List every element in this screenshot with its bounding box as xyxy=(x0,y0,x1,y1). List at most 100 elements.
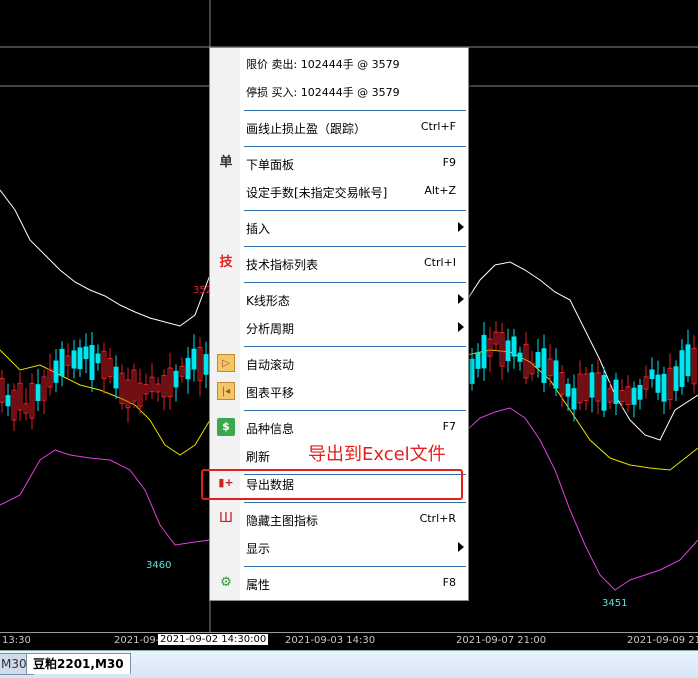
candles-right xyxy=(469,321,697,422)
order-panel-icon: 单 xyxy=(219,155,233,170)
submenu-arrow-icon xyxy=(458,322,464,332)
candle-body xyxy=(535,352,541,368)
menu-item-display[interactable]: 显示 xyxy=(210,533,468,561)
candle-body xyxy=(673,366,679,391)
candle-body xyxy=(77,347,83,370)
indicator-icon: 技 xyxy=(219,255,233,270)
candle-body xyxy=(173,370,179,388)
axis-label: 2021-09-07 21:00 xyxy=(456,635,547,646)
menu-item-label: 图表平移 xyxy=(246,386,295,400)
candle-body xyxy=(35,384,41,402)
annotation-label: 导出到Excel文件 xyxy=(308,444,446,465)
candle-body xyxy=(185,357,191,380)
candles-left xyxy=(0,332,209,432)
menu-item-shortcut: Ctrl+I xyxy=(423,256,456,269)
menu-item-stop-buy[interactable]: 停损 买入: 102444手 @ 3579 xyxy=(210,77,468,105)
candle-body xyxy=(553,360,559,389)
candle-body xyxy=(59,348,65,377)
candle-body xyxy=(505,340,511,362)
menu-item-draw-stop[interactable]: 画线止损止盈（跟踪） Ctrl+F xyxy=(210,113,468,141)
menu-item-label: 设定手数[未指定交易帐号] xyxy=(246,186,388,200)
menu-item-order-panel[interactable]: 单 下单面板 F9 xyxy=(210,149,468,177)
menu-item-set-lots[interactable]: 设定手数[未指定交易帐号] Alt+Z xyxy=(210,177,468,205)
candle-body xyxy=(631,387,637,405)
menu-separator xyxy=(244,210,466,211)
menu-item-label: 下单面板 xyxy=(246,158,295,172)
candle-body xyxy=(517,352,523,362)
auto-scroll-icon: ▷ xyxy=(217,354,235,372)
menu-item-indicator-list[interactable]: 技 技术指标列表 Ctrl+I xyxy=(210,249,468,277)
candle-body xyxy=(71,350,77,369)
menu-item-shortcut: F9 xyxy=(442,156,456,169)
candle-body xyxy=(203,354,209,375)
menu-item-auto-scroll[interactable]: ▷ 自动滚动 xyxy=(210,349,468,377)
context-menu: 限价 卖出: 102444手 @ 3579 停损 买入: 102444手 @ 3… xyxy=(209,47,469,601)
menu-item-label: 停损 买入: 102444手 @ 3579 xyxy=(246,86,400,99)
chart-bars-icon: Ш xyxy=(219,511,233,526)
candle-body xyxy=(95,353,101,364)
candle-body xyxy=(649,369,655,379)
highlight-box xyxy=(201,469,463,500)
menu-item-symbol-info[interactable]: $ 品种信息 F7 xyxy=(210,413,468,441)
menu-item-label: 属性 xyxy=(246,578,271,592)
menu-item-label: 插入 xyxy=(246,222,271,236)
candle-body xyxy=(481,334,487,369)
menu-item-hide-indicator[interactable]: Ш 隐藏主图指标 Ctrl+R xyxy=(210,505,468,533)
menu-item-shortcut: F8 xyxy=(442,576,456,589)
menu-item-shortcut: F7 xyxy=(442,420,456,433)
chart-tabs: M30 豆粕2201,M30 xyxy=(0,650,698,678)
menu-item-label: 刷新 xyxy=(246,450,271,464)
candle-body xyxy=(511,336,517,357)
candle-body xyxy=(191,348,197,370)
candle-body xyxy=(89,345,95,380)
gear-icon: ⚙ xyxy=(220,575,232,590)
candle-body xyxy=(679,350,685,387)
candle-body xyxy=(571,388,577,410)
menu-item-label: K线形态 xyxy=(246,294,290,308)
candle-body xyxy=(5,395,11,407)
menu-item-shortcut: Ctrl+F xyxy=(420,120,456,133)
candle-body xyxy=(589,372,595,398)
menu-separator xyxy=(244,566,466,567)
menu-item-limit-sell[interactable]: 限价 卖出: 102444手 @ 3579 xyxy=(210,49,468,77)
menu-separator xyxy=(244,410,466,411)
menu-item-label: 隐藏主图指标 xyxy=(246,514,319,528)
menu-item-insert[interactable]: 插入 xyxy=(210,213,468,241)
menu-separator xyxy=(244,146,466,147)
candle-body xyxy=(113,366,119,389)
axis-label: 2021-09-09 21: xyxy=(627,635,698,646)
candle-body xyxy=(541,348,547,383)
candle-body xyxy=(685,344,691,377)
tab-soymeal[interactable]: 豆粕2201,M30 xyxy=(26,653,131,674)
menu-item-chart-pan[interactable]: |◂ 图表平移 xyxy=(210,377,468,405)
candle-body xyxy=(565,383,571,397)
upper-band xyxy=(0,189,211,327)
submenu-arrow-icon xyxy=(458,222,464,232)
candle-body xyxy=(83,346,89,360)
menu-item-label: 画线止损止盈（跟踪） xyxy=(246,122,367,136)
chart-pan-icon: |◂ xyxy=(217,382,235,400)
menu-separator xyxy=(244,282,466,283)
menu-item-label: 限价 卖出: 102444手 @ 3579 xyxy=(246,58,400,71)
menu-item-label: 技术指标列表 xyxy=(246,258,319,272)
candle-body xyxy=(469,358,475,384)
menu-item-label: 品种信息 xyxy=(246,422,295,436)
axis-label: 2021-09-03 14:30 xyxy=(285,635,376,646)
menu-item-period[interactable]: 分析周期 xyxy=(210,313,468,341)
lower-band-right xyxy=(466,407,698,591)
price-low-label-right: 3451 xyxy=(602,598,628,609)
menu-item-kline-pattern[interactable]: K线形态 xyxy=(210,285,468,313)
menu-item-shortcut: Alt+Z xyxy=(424,184,456,197)
candle-body xyxy=(655,374,661,393)
lower-band xyxy=(0,449,211,546)
axis-label: 13:30 xyxy=(2,635,31,646)
menu-item-label: 分析周期 xyxy=(246,322,295,336)
candle-body xyxy=(661,373,667,402)
submenu-arrow-icon xyxy=(458,542,464,552)
candle-body xyxy=(53,360,59,383)
menu-item-label: 自动滚动 xyxy=(246,358,295,372)
candle-body xyxy=(475,352,481,369)
time-axis: 13:30 2021-09-0 2021-09-03 14:30 2021-09… xyxy=(0,632,698,651)
menu-separator xyxy=(244,502,466,503)
menu-item-properties[interactable]: ⚙ 属性 F8 xyxy=(210,569,468,597)
